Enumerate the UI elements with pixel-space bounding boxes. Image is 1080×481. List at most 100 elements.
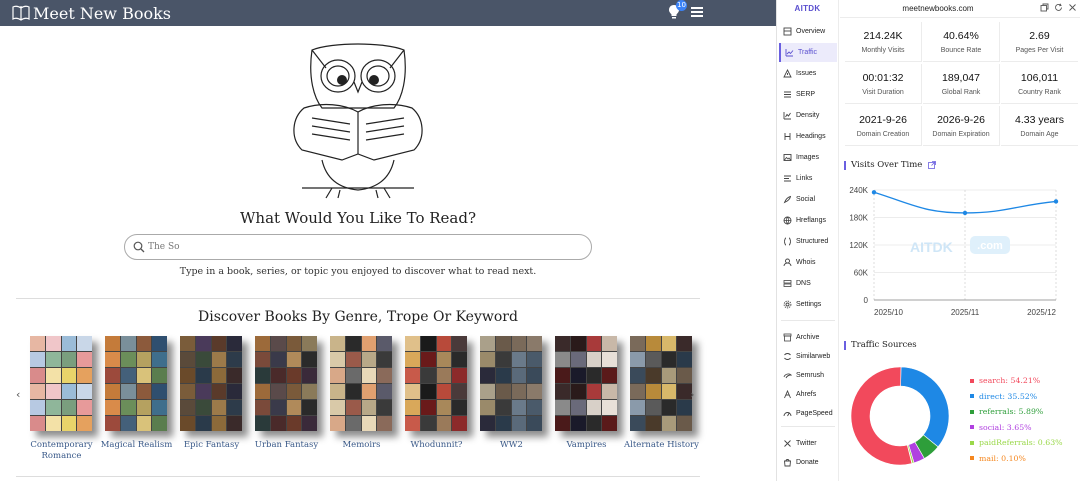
legend-item-social[interactable]: social: 3.65% <box>970 420 1078 436</box>
genre-label[interactable]: Contemporary Romance <box>24 440 99 462</box>
nav-item-structured[interactable]: Structured <box>779 232 837 251</box>
nav-item-settings[interactable]: Settings <box>779 295 837 314</box>
legend-swatch <box>970 440 974 445</box>
nav-item-traffic[interactable]: Traffic <box>779 43 837 62</box>
archive-icon <box>783 333 792 342</box>
nav-item-label: Semrush <box>796 372 825 379</box>
aitdk-watermark: AITDK <box>910 239 953 255</box>
genre-cover-collage[interactable] <box>330 336 392 431</box>
genre-label[interactable]: Whodunnit? <box>399 440 474 451</box>
genre-tile[interactable]: Epic Fantasy <box>174 336 249 451</box>
legend-swatch <box>970 394 974 399</box>
donate-icon <box>784 459 791 467</box>
dns-icon <box>783 280 792 287</box>
genre-label[interactable]: Vampires <box>549 440 624 451</box>
visits-data-point[interactable] <box>962 210 968 216</box>
visits-over-time-title: Visits Over Time <box>844 160 937 170</box>
legend-item-referrals[interactable]: referrals: 5.89% <box>970 404 1078 420</box>
headings-icon <box>784 133 791 140</box>
nav-item-ahrefs[interactable]: Ahrefs <box>779 385 837 404</box>
nav-item-links[interactable]: Links <box>779 169 837 188</box>
genre-cover-collage[interactable] <box>630 336 692 431</box>
donut-slice-direct[interactable] <box>900 366 950 448</box>
legend-label: search: 54.21% <box>979 376 1041 386</box>
nav-item-donate[interactable]: Donate <box>779 453 837 472</box>
genre-label[interactable]: Alternate History <box>624 440 699 451</box>
brand-name: Meet New Books <box>33 3 172 23</box>
copy-icon[interactable] <box>1040 3 1049 12</box>
genre-label[interactable]: WW2 <box>474 440 549 451</box>
nav-item-label: Similarweb <box>796 353 831 360</box>
genre-cover-collage[interactable] <box>30 336 92 431</box>
stat-value: 214.24K <box>863 30 903 42</box>
genre-tile[interactable]: WW2 <box>474 336 549 451</box>
nav-item-label: Twitter <box>796 440 817 447</box>
nav-item-pagespeed[interactable]: PageSpeed <box>779 404 837 423</box>
x-tick-label: 2025/11 <box>951 308 980 317</box>
stat-label: Domain Expiration <box>932 131 990 138</box>
nav-item-label: Donate <box>796 459 819 466</box>
nav-item-overview[interactable]: Overview <box>779 22 837 41</box>
legend-label: mail: 0.10% <box>979 453 1026 463</box>
images-icon <box>783 154 792 161</box>
carousel-next-arrow[interactable]: › <box>690 388 694 401</box>
genre-label[interactable]: Urban Fantasy <box>249 440 324 451</box>
genre-cover-collage[interactable] <box>480 336 542 431</box>
genre-cover-collage[interactable] <box>255 336 317 431</box>
stat-card: 2.69 Pages Per Visit <box>1001 22 1078 62</box>
legend-item-paidreferrals[interactable]: paidReferrals: 0.63% <box>970 435 1078 451</box>
visits-data-point[interactable] <box>1053 199 1059 204</box>
genre-tile[interactable]: Memoirs <box>324 336 399 451</box>
nav-item-density[interactable]: Density <box>779 106 837 125</box>
genre-tile[interactable]: Whodunnit? <box>399 336 474 451</box>
nav-item-twitter[interactable]: Twitter <box>779 434 837 453</box>
legend-item-mail[interactable]: mail: 0.10% <box>970 451 1078 467</box>
nav-item-hreflangs[interactable]: Hreflangs <box>779 211 837 230</box>
search-input[interactable] <box>148 238 578 256</box>
nav-item-issues[interactable]: Issues <box>779 64 837 83</box>
nav-item-semrush[interactable]: Semrush <box>779 366 837 385</box>
genre-label[interactable]: Memoirs <box>324 440 399 451</box>
brand-link[interactable]: Meet New Books <box>12 2 171 24</box>
genre-cover-collage[interactable] <box>555 336 617 431</box>
genre-label[interactable]: Magical Realism <box>99 440 174 451</box>
pagespeed-icon <box>783 412 792 417</box>
refresh-icon[interactable] <box>1054 3 1063 12</box>
density-icon <box>783 112 791 120</box>
hamburger-menu-icon[interactable] <box>691 7 703 17</box>
nav-item-label: Issues <box>796 70 817 77</box>
genre-cover-collage[interactable] <box>405 336 467 431</box>
visits-data-point[interactable] <box>871 190 877 195</box>
book-search-box[interactable] <box>124 234 592 260</box>
genre-cover-collage[interactable] <box>105 336 167 431</box>
legend-label: social: 3.65% <box>979 422 1032 432</box>
nav-item-serp[interactable]: SERP <box>779 85 837 104</box>
nav-item-headings[interactable]: Headings <box>779 127 837 146</box>
genre-tile[interactable]: Vampires <box>549 336 624 451</box>
stat-label: Pages Per Visit <box>1015 47 1064 54</box>
nav-separator <box>781 320 835 321</box>
genre-tile[interactable]: Magical Realism <box>99 336 174 451</box>
nav-item-images[interactable]: Images <box>779 148 837 167</box>
close-icon[interactable] <box>1068 3 1077 12</box>
reading-owl-illustration <box>293 43 423 199</box>
legend-item-search[interactable]: search: 54.21% <box>970 373 1078 389</box>
meet-new-books-page: Meet New Books 10 What Would You Like To… <box>0 0 776 481</box>
genre-cover-collage[interactable] <box>180 336 242 431</box>
genre-tile[interactable]: Alternate History <box>624 336 699 451</box>
carousel-prev-arrow[interactable]: ‹ <box>16 388 20 401</box>
legend-item-direct[interactable]: direct: 35.52% <box>970 389 1078 405</box>
nav-item-whois[interactable]: Whois <box>779 253 837 272</box>
y-tick-label: 60K <box>854 269 869 278</box>
genre-tile[interactable]: Urban Fantasy <box>249 336 324 451</box>
nav-item-social[interactable]: Social <box>779 190 837 209</box>
nav-item-similarweb[interactable]: Similarweb <box>779 347 837 366</box>
nav-item-archive[interactable]: Archive <box>779 328 837 347</box>
genre-tile[interactable]: Contemporary Romance <box>24 336 99 462</box>
genre-label[interactable]: Epic Fantasy <box>174 440 249 451</box>
nav-item-dns[interactable]: DNS <box>779 274 837 293</box>
legend-swatch <box>970 409 974 414</box>
genre-section-title: Discover Books By Genre, Trope Or Keywor… <box>198 309 518 325</box>
external-link-icon[interactable] <box>928 161 937 169</box>
stat-label: Bounce Rate <box>940 47 982 54</box>
